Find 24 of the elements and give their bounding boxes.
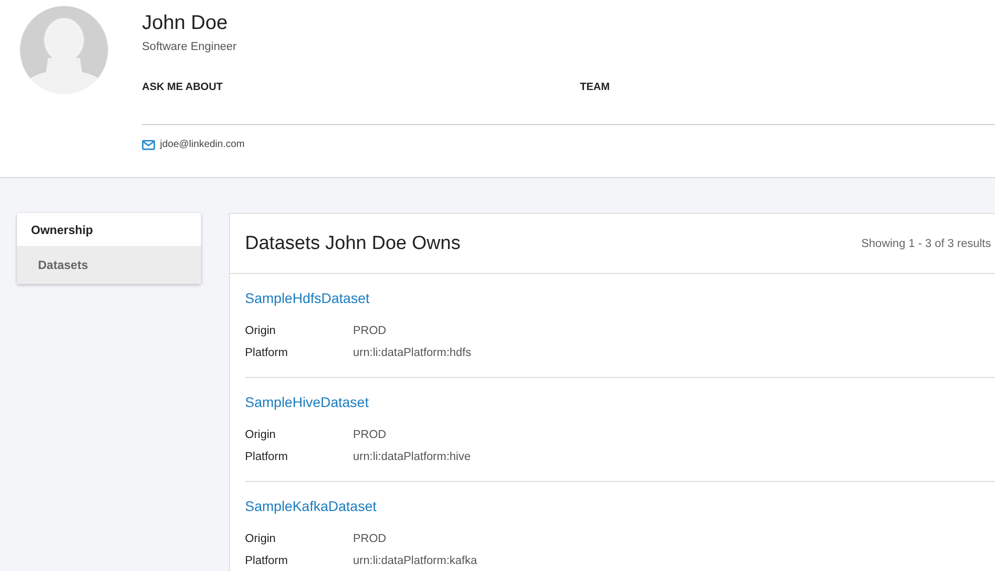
job-title: Software Engineer (142, 41, 238, 53)
dataset-link[interactable]: SampleKafkaDataset (245, 498, 377, 514)
field-value: urn:li:dataPlatform:hdfs (353, 346, 472, 361)
dataset-link[interactable]: SampleHdfsDataset (245, 290, 370, 306)
sidebar-heading: Ownership (30, 222, 94, 239)
field-value: PROD (353, 324, 386, 339)
section-label: ASK ME ABOUT (142, 81, 224, 95)
field-label: Platform (245, 554, 289, 569)
field-value: urn:li:dataPlatform:kafka (353, 554, 478, 569)
email-link[interactable]: jdoe@linkedin.com (160, 139, 245, 150)
field-label: Platform (245, 346, 289, 361)
field-value: PROD (353, 428, 386, 443)
results-count: Showing 1 - 3 of 3 results (861, 238, 991, 250)
field-label: Origin (245, 428, 277, 443)
profile-name: John Doe (142, 11, 229, 35)
field-value: PROD (353, 532, 386, 547)
sidebar-item[interactable]: Datasets (17, 246, 201, 284)
field-label: Platform (245, 450, 289, 465)
dataset-link[interactable]: SampleHiveDataset (245, 394, 369, 410)
field-label: Origin (245, 324, 277, 339)
field-value: urn:li:dataPlatform:hive (353, 450, 471, 465)
field-label: Origin (245, 532, 277, 547)
card-title: Datasets John Doe Owns (245, 232, 460, 254)
section-label: TEAM (580, 81, 610, 95)
